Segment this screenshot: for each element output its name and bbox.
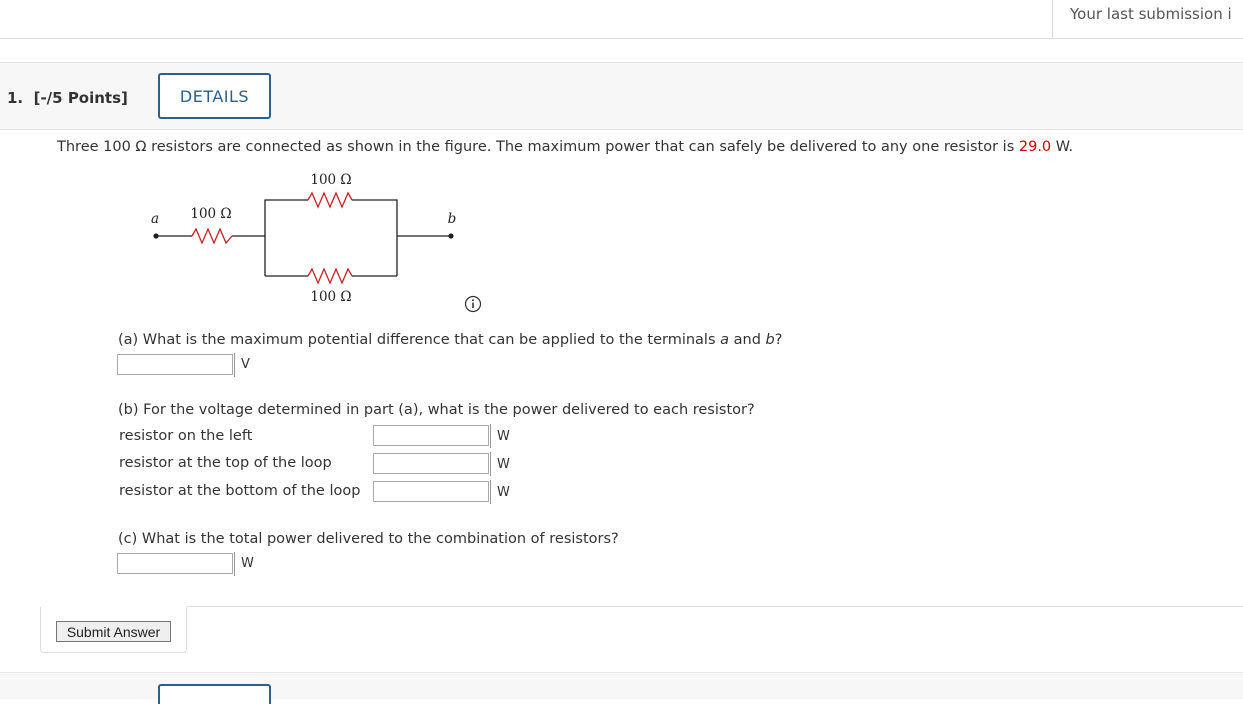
- next-details-button[interactable]: [158, 684, 271, 704]
- part-a-prompt: (a) What is the maximum potential differ…: [118, 332, 783, 348]
- top-resistor-label: 100 Ω: [310, 172, 351, 188]
- part-b-bottom-unit: W: [497, 485, 510, 500]
- question-intro: Three 100 Ω resistors are connected as s…: [57, 139, 1074, 155]
- circuit-figure: 100 Ω 100 Ω 100 Ω a b: [151, 172, 457, 305]
- question-header: 1. [-/5 Points] DETAILS: [0, 62, 1243, 130]
- part-b-row-top-label: resistor at the top of the loop: [119, 455, 332, 471]
- part-a-separator: [234, 353, 235, 377]
- part-a-unit: V: [241, 357, 250, 372]
- top-bar: Your last submission i: [0, 0, 1243, 39]
- part-b-row-bottom-label: resistor at the bottom of the loop: [119, 483, 361, 499]
- part-c-input[interactable]: [117, 553, 233, 574]
- part-b-left-separator: [490, 424, 491, 448]
- part-c-separator: [234, 552, 235, 576]
- part-c-prompt: (c) What is the total power delivered to…: [118, 531, 619, 547]
- part-b-prompt: (b) For the voltage determined in part (…: [118, 402, 755, 418]
- part-b-top-separator: [490, 452, 491, 476]
- part-b-bottom-separator: [490, 480, 491, 504]
- part-b-bottom-input[interactable]: [373, 481, 489, 502]
- part-b-row-left-label: resistor on the left: [119, 428, 253, 444]
- resistor-bottom-symbol: [307, 267, 353, 285]
- max-power-value: 29.0: [1018, 139, 1052, 155]
- question-number: 1. [-/5 Points]: [7, 89, 128, 107]
- points-label: [-/5 Points]: [33, 89, 128, 107]
- terminal-a-dot: [153, 233, 159, 239]
- terminal-b-label: b: [448, 211, 457, 227]
- terminal-a-label: a: [151, 211, 159, 227]
- part-c-unit: W: [241, 556, 254, 571]
- part-b-left-unit: W: [497, 429, 510, 444]
- bottom-resistor-label: 100 Ω: [310, 289, 351, 305]
- terminal-b-dot: [448, 233, 454, 239]
- part-b-top-unit: W: [497, 457, 510, 472]
- resistor-left-symbol: [191, 227, 233, 245]
- details-button[interactable]: DETAILS: [158, 73, 271, 119]
- part-b-top-input[interactable]: [373, 453, 489, 474]
- submit-answer-button[interactable]: Submit Answer: [56, 621, 171, 642]
- part-b-left-input[interactable]: [373, 425, 489, 446]
- last-submission-link[interactable]: Your last submission i: [1052, 0, 1243, 38]
- info-icon[interactable]: [464, 295, 482, 313]
- left-resistor-label: 100 Ω: [190, 206, 231, 222]
- submit-divider: [187, 606, 1243, 607]
- resistor-top-symbol: [307, 191, 353, 209]
- part-a-input[interactable]: [117, 354, 233, 375]
